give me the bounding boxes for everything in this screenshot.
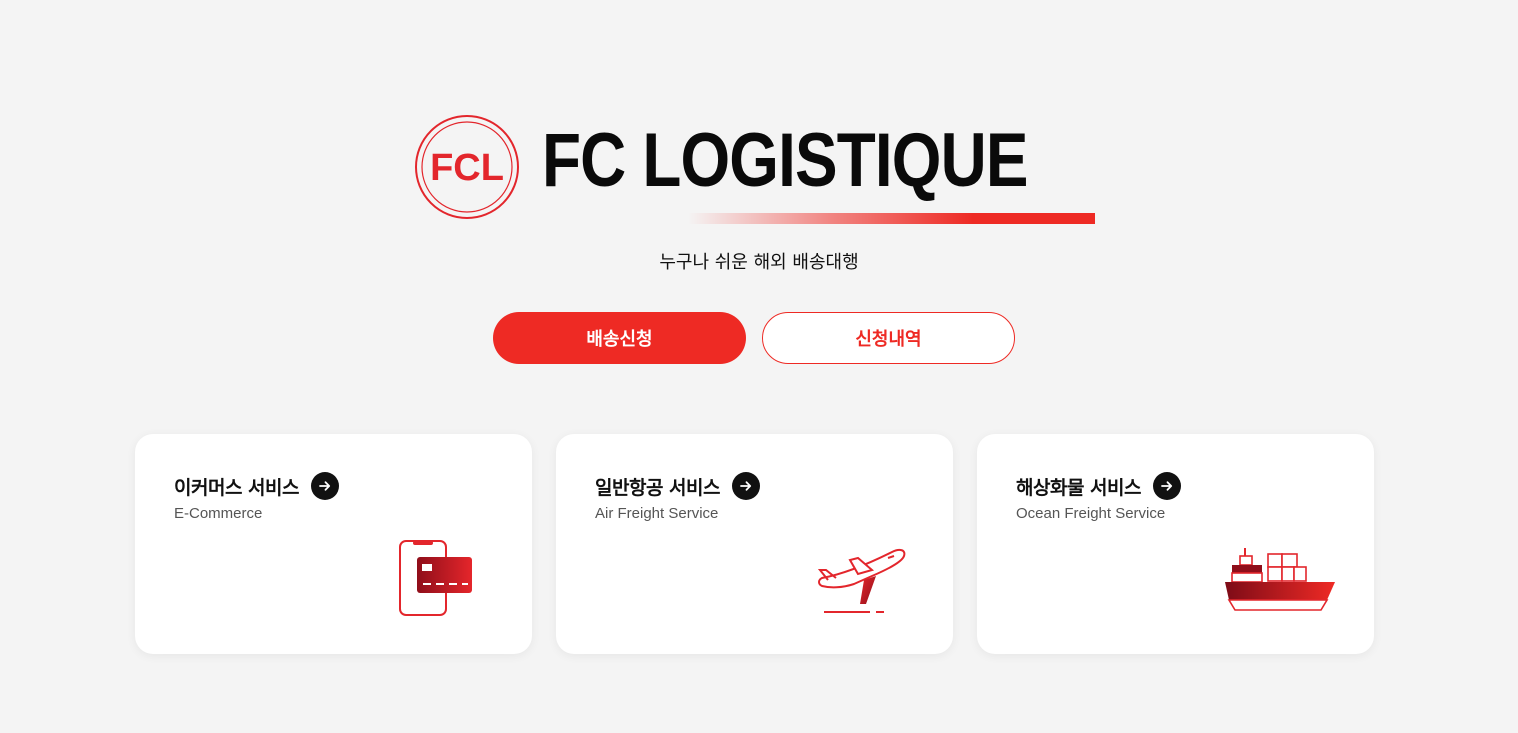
request-history-button[interactable]: 신청내역	[762, 312, 1015, 364]
brand-underline	[688, 213, 1095, 224]
service-title: 일반항공 서비스	[595, 476, 720, 499]
shipping-request-button[interactable]: 배송신청	[493, 312, 746, 364]
airplane-icon	[817, 548, 906, 613]
arrow-right-icon[interactable]	[731, 472, 760, 500]
service-card-air-freight[interactable]: 일반항공 서비스 Air Freight Service	[556, 434, 953, 654]
tagline: 누구나 쉬운 해외 배송대행	[659, 252, 859, 273]
brand-wordmark: FC LOGISTIQUE	[542, 118, 1028, 203]
cargo-ship-icon	[1225, 548, 1335, 611]
brand-logo[interactable]: FCL FC LOGISTIQUE	[414, 114, 1104, 226]
phone-card-icon	[399, 540, 472, 616]
service-card-ocean-freight[interactable]: 해상화물 서비스 Ocean Freight Service	[977, 434, 1374, 654]
fcl-emblem-icon: FCL	[415, 115, 519, 219]
service-subtitle: Air Freight Service	[595, 505, 719, 522]
service-card-ecommerce[interactable]: 이커머스 서비스 E-Commerce	[135, 434, 532, 654]
arrow-right-icon[interactable]	[310, 472, 339, 500]
service-subtitle: Ocean Freight Service	[1016, 505, 1166, 522]
arrow-right-icon[interactable]	[1152, 472, 1181, 500]
service-title: 이커머스 서비스	[174, 476, 299, 499]
emblem-text: FCL	[430, 147, 504, 189]
service-title: 해상화물 서비스	[1016, 476, 1141, 499]
service-subtitle: E-Commerce	[174, 505, 263, 522]
